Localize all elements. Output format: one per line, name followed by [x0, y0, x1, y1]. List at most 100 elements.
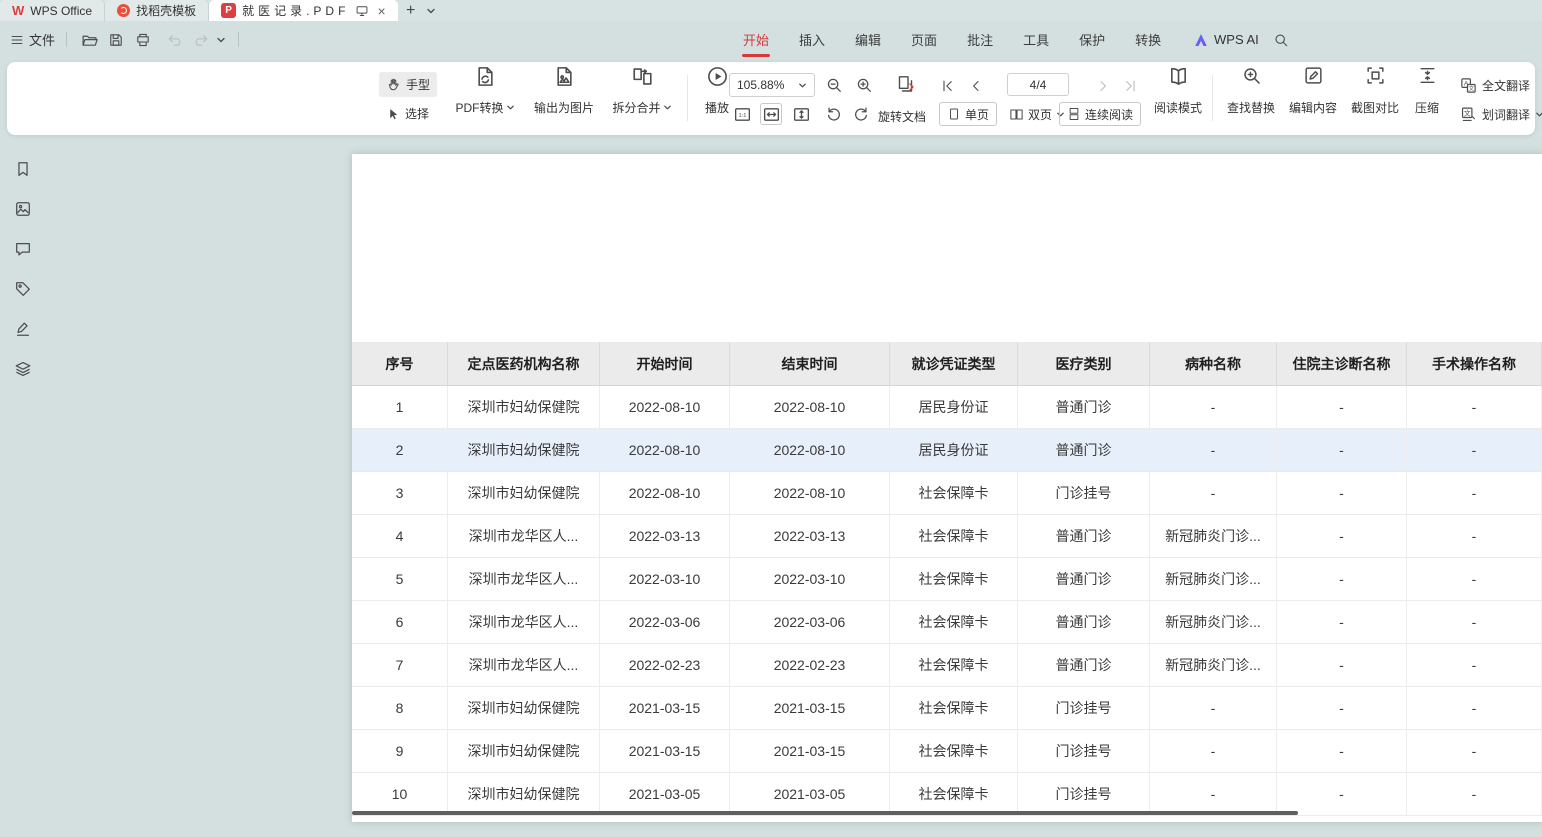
redo-icon [193, 32, 210, 49]
menu-tab-tools-label: 工具 [1023, 30, 1049, 49]
compress-button[interactable]: 压缩 [1406, 62, 1448, 120]
tab-document[interactable]: P 就医记录.PDF × [209, 0, 398, 21]
table-cell: 2022-02-23 [730, 644, 890, 687]
ribbon-toolbar: 手型 选择 PDF转换 输出为图片 拆分合并 [7, 62, 1535, 135]
file-menu-button[interactable]: 文件 [10, 21, 55, 58]
tab-docer-template[interactable]: 找稻壳模板 [105, 0, 209, 21]
menu-divider [238, 32, 239, 47]
table-cell: - [1150, 429, 1277, 472]
zoom-out-button[interactable] [823, 74, 845, 96]
next-page-button[interactable] [1092, 75, 1114, 97]
side-panel-strip [12, 158, 33, 379]
full-translation-button[interactable]: A 文 全文翻译 [1453, 73, 1537, 98]
screenshot-compare-button[interactable]: 截图对比 [1346, 62, 1404, 120]
fit-page-button[interactable] [790, 103, 812, 125]
tab-document-label: 就医记录.PDF [242, 2, 349, 19]
table-cell: 深圳市龙华区人... [448, 558, 600, 601]
split-merge-button[interactable]: 拆分合并 [605, 62, 679, 120]
chevron-down-icon [506, 103, 515, 112]
horizontal-scrollbar[interactable] [352, 811, 1298, 815]
menu-tab-tools[interactable]: 工具 [1008, 21, 1064, 58]
table-cell: - [1407, 472, 1542, 515]
table-row: 8深圳市妇幼保健院2021-03-152021-03-15社会保障卡门诊挂号--… [352, 687, 1542, 730]
continuous-read-button[interactable]: 连续阅读 [1059, 102, 1141, 126]
pdf-page[interactable]: 序号定点医药机构名称开始时间结束时间就诊凭证类型医疗类别病种名称住院主诊断名称手… [352, 154, 1542, 822]
hand-tool-button[interactable]: 手型 [379, 72, 437, 97]
menu-tab-edit[interactable]: 编辑 [840, 21, 896, 58]
table-cell: - [1407, 386, 1542, 429]
export-image-icon [553, 65, 576, 88]
table-cell: 社会保障卡 [890, 472, 1018, 515]
edit-content-label: 编辑内容 [1289, 99, 1337, 116]
table-cell: 深圳市妇幼保健院 [448, 730, 600, 773]
table-cell: 2022-03-10 [600, 558, 730, 601]
table-row: 5深圳市龙华区人...2022-03-102022-03-10社会保障卡普通门诊… [352, 558, 1542, 601]
rotate-left-button[interactable] [823, 103, 845, 125]
play-label: 播放 [705, 99, 729, 116]
menu-tab-convert[interactable]: 转换 [1120, 21, 1176, 58]
rotate-right-button[interactable] [850, 103, 872, 125]
table-cell: 2022-08-10 [730, 429, 890, 472]
thumbnails-icon [14, 200, 32, 218]
first-page-button[interactable] [937, 75, 959, 97]
table-cell: 门诊挂号 [1018, 472, 1150, 515]
thumbnails-panel-button[interactable] [12, 198, 33, 219]
word-translation-button[interactable]: 文 划词翻译 [1453, 102, 1542, 127]
last-page-icon [1122, 78, 1138, 94]
redo-button[interactable] [190, 29, 212, 51]
close-tab-icon[interactable]: × [377, 3, 385, 19]
rotate-doc-label[interactable]: 旋转文档 [878, 108, 926, 125]
table-cell: 2021-03-15 [730, 730, 890, 773]
undo-history-chevron[interactable] [213, 29, 229, 51]
undo-button[interactable] [163, 29, 185, 51]
actual-size-button[interactable]: 1:1 [731, 103, 753, 125]
zoom-in-button[interactable] [853, 74, 875, 96]
table-cell: 新冠肺炎门诊... [1150, 515, 1277, 558]
layers-panel-button[interactable] [12, 358, 33, 379]
wps-ai-button[interactable]: WPS AI [1193, 21, 1259, 58]
menu-tab-comment[interactable]: 批注 [952, 21, 1008, 58]
save-button[interactable] [105, 29, 127, 51]
table-cell: 深圳市妇幼保健院 [448, 429, 600, 472]
pdf-convert-button[interactable]: PDF转换 [448, 62, 522, 120]
select-tool-button[interactable]: 选择 [379, 101, 436, 126]
menu-tab-protect[interactable]: 保护 [1064, 21, 1120, 58]
open-file-button[interactable] [78, 29, 100, 51]
menu-tab-home[interactable]: 开始 [728, 21, 784, 58]
find-replace-button[interactable]: 查找替换 [1222, 62, 1280, 120]
single-page-button[interactable]: 单页 [939, 102, 997, 126]
share-screen-icon[interactable] [355, 4, 369, 18]
signature-panel-button[interactable] [12, 318, 33, 339]
export-image-button[interactable]: 输出为图片 [525, 62, 603, 120]
table-cell: - [1277, 472, 1407, 515]
print-button[interactable] [132, 29, 154, 51]
menu-tab-insert[interactable]: 插入 [784, 21, 840, 58]
table-cell: 2021-03-15 [600, 687, 730, 730]
menu-tab-page[interactable]: 页面 [896, 21, 952, 58]
comments-panel-button[interactable] [12, 238, 33, 259]
extract-pages-button[interactable] [895, 73, 917, 95]
tags-panel-button[interactable] [12, 278, 33, 299]
edit-content-button[interactable]: 编辑内容 [1284, 62, 1342, 120]
fit-width-button[interactable] [760, 103, 782, 125]
previous-page-button[interactable] [965, 75, 987, 97]
bookmarks-panel-button[interactable] [12, 158, 33, 179]
full-translation-label: 全文翻译 [1482, 77, 1530, 94]
page-indicator-input[interactable] [1007, 73, 1069, 96]
tab-wps-office[interactable]: W WPS Office [0, 0, 105, 21]
last-page-button[interactable] [1119, 75, 1141, 97]
table-cell: - [1407, 687, 1542, 730]
table-cell: 社会保障卡 [890, 687, 1018, 730]
zoom-select[interactable]: 105.88% [729, 73, 815, 97]
tab-list-chevron-icon[interactable] [426, 0, 436, 21]
table-cell: 2022-03-13 [730, 515, 890, 558]
menu-search-button[interactable] [1270, 29, 1292, 51]
read-mode-button[interactable]: 阅读模式 [1149, 62, 1207, 120]
signature-pen-icon [14, 320, 32, 338]
new-tab-button[interactable]: + [398, 0, 424, 21]
table-row: 9深圳市妇幼保健院2021-03-152021-03-15社会保障卡门诊挂号--… [352, 730, 1542, 773]
table-header-cell: 序号 [352, 342, 448, 386]
export-image-label: 输出为图片 [534, 99, 594, 116]
word-translation-icon: 文 [1460, 106, 1477, 123]
table-cell: 普通门诊 [1018, 601, 1150, 644]
